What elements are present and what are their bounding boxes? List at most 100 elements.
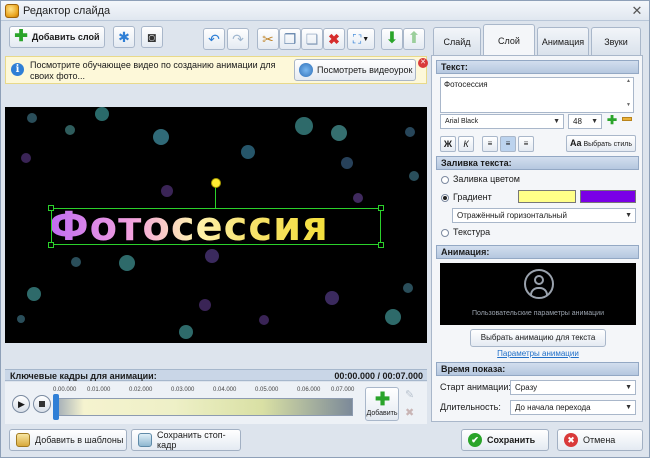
chevron-down-icon: ▼ (362, 35, 370, 43)
bokeh-dot (205, 249, 219, 263)
ruler-tick: 0.05.000 (255, 387, 279, 393)
bokeh-dot (353, 193, 363, 203)
add-layer-button[interactable]: ✚ Добавить слой (9, 26, 105, 48)
time-section-header: Время показа: (436, 362, 639, 376)
playhead-marker[interactable] (53, 394, 59, 420)
delete-keyframe-icon: ✖ (405, 407, 415, 419)
align-right-button[interactable]: ≡ (518, 136, 534, 152)
image-icon (138, 433, 152, 447)
time-ruler: 0.00.000 0.01.000 0.02.000 0.03.000 0.04… (53, 387, 355, 397)
font-size-select[interactable]: 48 ▼ (568, 114, 602, 129)
window-title: Редактор слайда (23, 5, 111, 17)
add-to-templates-label: Добавить в шаблоны (35, 435, 124, 445)
bokeh-dot (153, 129, 169, 145)
check-icon: ✔ (468, 433, 482, 447)
add-keyframe-button[interactable]: ✚ Добавить (365, 387, 399, 421)
ruler-tick: 0.02.000 (129, 387, 153, 393)
arrow-up-icon: ⬆ (407, 30, 421, 47)
ruler-tick: 0.07.000 (331, 387, 355, 393)
delete-button[interactable]: ✖ (323, 28, 345, 50)
resize-handle[interactable] (378, 205, 384, 211)
gradient-color-2[interactable] (580, 190, 636, 203)
paste-button[interactable]: ❏ (301, 28, 323, 50)
bottom-bar: Добавить в шаблоны Сохранить стоп-кадр ✔… (1, 425, 649, 457)
cut-button[interactable]: ✂ (257, 28, 279, 50)
tab-layer[interactable]: Слой (483, 24, 535, 56)
cancel-label: Отмена (583, 435, 616, 445)
resize-handle[interactable] (48, 205, 54, 211)
text-scrollbar[interactable]: ▲ ▼ (626, 78, 633, 112)
size-decrease-icon[interactable] (622, 117, 632, 121)
texture-radio[interactable] (441, 229, 449, 237)
choose-style-button[interactable]: Aa Выбрать стиль (566, 135, 636, 152)
rotate-handle[interactable] (211, 178, 221, 188)
align-center-button[interactable]: ≡ (500, 136, 516, 152)
chevron-down-icon: ▼ (625, 212, 632, 219)
texture-label: Текстура (453, 227, 491, 237)
tab-animation[interactable]: Анимация (537, 27, 589, 56)
move-down-button[interactable]: ⬇ (381, 28, 403, 50)
bokeh-dot (17, 315, 25, 323)
tab-slide[interactable]: Слайд (433, 27, 481, 56)
info-icon: i (11, 63, 24, 76)
close-window-button[interactable]: ✕ (629, 3, 645, 19)
animation-preview[interactable]: Пользовательские параметры анимации (440, 263, 636, 325)
gradient-color-1[interactable] (518, 190, 576, 203)
chevron-down-icon: ▼ (591, 118, 598, 125)
bokeh-dot (27, 113, 37, 123)
choose-animation-button[interactable]: Выбрать анимацию для текста (470, 329, 606, 347)
add-to-templates-button[interactable]: Добавить в шаблоны (9, 429, 127, 451)
stop-button[interactable] (33, 395, 51, 413)
watch-video-label: Посмотреть видеоурок (317, 65, 413, 75)
animation-caption: Пользовательские параметры анимации (472, 310, 604, 317)
save-button[interactable]: ✔ Сохранить (461, 429, 549, 451)
watch-video-button[interactable]: Посмотреть видеоурок (294, 59, 416, 81)
bokeh-dot (27, 287, 41, 301)
copy-icon: ❐ (283, 31, 297, 47)
copy-button[interactable]: ❐ (279, 28, 301, 50)
save-frame-button[interactable]: Сохранить стоп-кадр (131, 429, 241, 451)
align-left-button[interactable]: ≡ (482, 136, 498, 152)
close-info-button[interactable]: ✕ (418, 58, 428, 68)
cancel-button[interactable]: ✖ Отмена (557, 429, 643, 451)
duration-select[interactable]: До начала перехода ▼ (510, 400, 636, 415)
font-select[interactable]: Arial Black ▼ (440, 114, 564, 129)
size-increase-icon[interactable]: ✚ (607, 113, 617, 127)
properties-panel: Слайд Слой Анимация Звуки Текст: Фотосес… (431, 22, 643, 422)
gradient-type-select[interactable]: Отражённый горизонтальный ▼ (452, 208, 636, 223)
camera-button[interactable]: ◙ (141, 26, 163, 48)
edit-keyframe-icon: ✎ (405, 389, 415, 401)
animation-section-header: Анимация: (436, 245, 639, 259)
gradient-radio[interactable] (441, 194, 449, 202)
bokeh-dot (199, 299, 211, 311)
move-up-button[interactable]: ⬆ (403, 28, 425, 50)
redo-button[interactable]: ↷ (227, 28, 249, 50)
undo-button[interactable]: ↶ (203, 28, 225, 50)
align-left-icon: ≡ (487, 139, 493, 148)
bold-button[interactable]: Ж (440, 136, 456, 152)
paste-icon: ❏ (305, 31, 319, 47)
bokeh-dot (241, 145, 255, 159)
tab-sounds[interactable]: Звуки (591, 27, 641, 56)
chevron-down-icon: ▼ (625, 404, 632, 411)
font-size-value: 48 (573, 117, 582, 126)
resize-handle[interactable] (378, 242, 384, 248)
undo-icon: ↶ (208, 31, 220, 47)
bokeh-dot (325, 291, 339, 305)
play-icon: ▶ (18, 399, 25, 409)
resize-handle[interactable] (48, 242, 54, 248)
animation-params-link[interactable]: Параметры анимации (432, 349, 644, 358)
italic-button[interactable]: К (458, 136, 474, 152)
fill-color-radio[interactable] (441, 176, 449, 184)
text-input[interactable]: Фотосессия (440, 77, 634, 113)
add-keyframe-label: Добавить (366, 410, 398, 417)
keyframes-header: Ключевые кадры для анимации: 00:00.000 /… (5, 369, 427, 381)
panel-tabs: Слайд Слой Анимация Звуки (431, 24, 643, 56)
start-select[interactable]: Сразу ▼ (510, 380, 636, 395)
selection-box[interactable] (48, 205, 384, 248)
chevron-down-icon: ▼ (625, 384, 632, 391)
fit-dropdown-button[interactable]: ⛶ ▼ (347, 28, 375, 50)
play-button[interactable]: ▶ (12, 395, 30, 413)
keyframe-track[interactable] (53, 398, 353, 416)
effects-button[interactable]: ✱ (113, 26, 135, 48)
